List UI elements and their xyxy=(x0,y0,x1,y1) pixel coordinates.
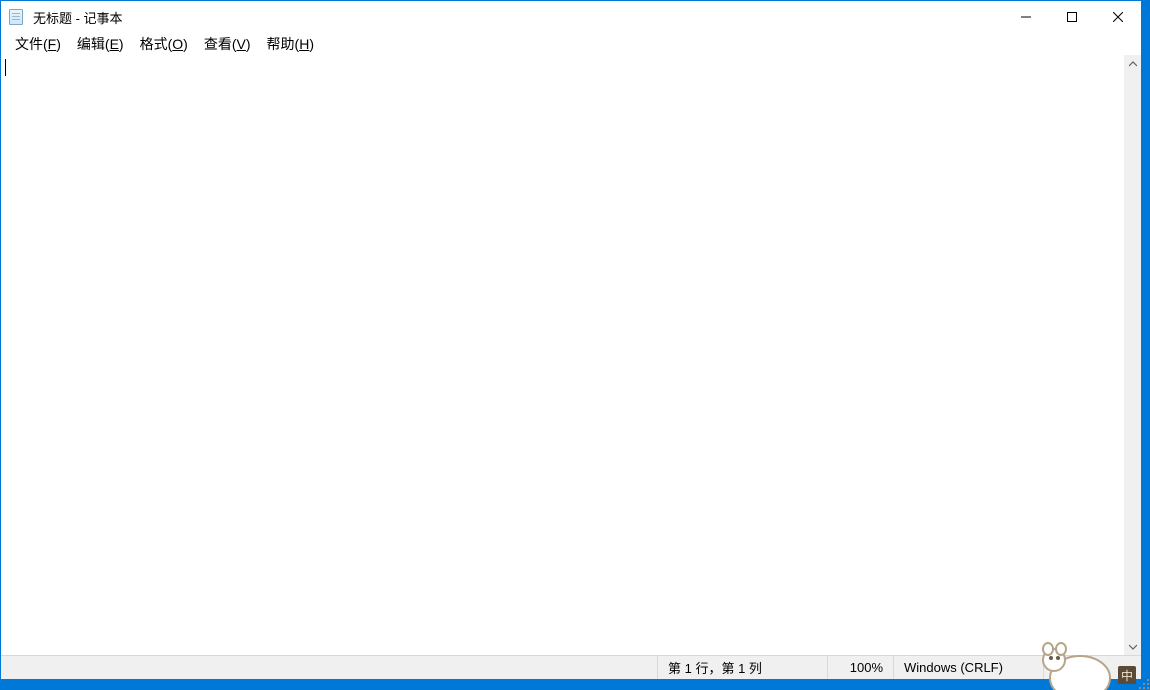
scroll-up-icon[interactable] xyxy=(1125,55,1141,72)
menu-view[interactable]: 查看(V) xyxy=(196,33,259,55)
desktop: 无标题 - 记事本 文件(F) 编辑(E) xyxy=(0,0,1150,690)
app-icon xyxy=(1,1,31,33)
scroll-down-icon[interactable] xyxy=(1125,638,1141,655)
menubar: 文件(F) 编辑(E) 格式(O) 查看(V) 帮助(H) xyxy=(1,33,1141,55)
resize-grip[interactable] xyxy=(1138,678,1149,689)
menu-help[interactable]: 帮助(H) xyxy=(259,33,322,55)
text-editor[interactable] xyxy=(1,55,1124,655)
statusbar: 第 1 行，第 1 列 100% Windows (CRLF) UTF-8 xyxy=(1,655,1141,679)
editor-area xyxy=(1,55,1141,655)
text-caret xyxy=(5,59,6,76)
menu-file[interactable]: 文件(F) xyxy=(7,33,69,55)
menu-edit[interactable]: 编辑(E) xyxy=(69,33,132,55)
window-controls xyxy=(1003,1,1141,33)
notepad-window: 无标题 - 记事本 文件(F) 编辑(E) xyxy=(0,0,1142,680)
ime-indicator[interactable]: 中 xyxy=(1118,666,1136,684)
window-title: 无标题 - 记事本 xyxy=(31,8,123,27)
scroll-track[interactable] xyxy=(1125,72,1141,638)
menu-format[interactable]: 格式(O) xyxy=(132,33,196,55)
status-zoom: 100% xyxy=(827,656,893,679)
close-button[interactable] xyxy=(1095,1,1141,33)
minimize-button[interactable] xyxy=(1003,1,1049,33)
maximize-button[interactable] xyxy=(1049,1,1095,33)
status-cursor-position: 第 1 行，第 1 列 xyxy=(657,656,827,679)
notepad-icon xyxy=(9,9,23,25)
titlebar[interactable]: 无标题 - 记事本 xyxy=(1,1,1141,33)
status-line-ending: Windows (CRLF) xyxy=(893,656,1043,679)
vertical-scrollbar[interactable] xyxy=(1124,55,1141,655)
